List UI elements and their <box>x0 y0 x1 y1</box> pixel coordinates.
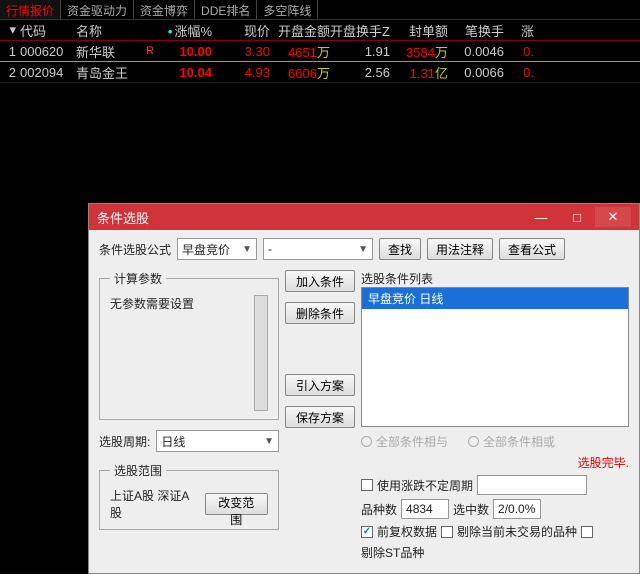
chk-fq[interactable] <box>361 526 373 538</box>
dialog-title: 条件选股 <box>97 208 149 227</box>
chk-excl-st[interactable] <box>581 526 593 538</box>
table-row[interactable]: 1 000620 新华联 R 10.00 3.30 4651万 1.91 358… <box>0 41 640 62</box>
chevron-down-icon: ▼ <box>358 244 368 255</box>
list-item[interactable]: 早盘竞价 日线 <box>362 288 628 309</box>
scrollbar[interactable] <box>254 295 268 411</box>
row-seal-amount: 1.31亿 <box>390 63 448 82</box>
row-pct: 10.04 <box>162 65 212 80</box>
save-plan-button[interactable]: 保存方案 <box>285 406 355 428</box>
row-open-amount: 4651万 <box>270 42 330 61</box>
calc-message: 无参数需要设置 <box>110 295 254 411</box>
calc-legend: 计算参数 <box>110 270 166 287</box>
row-idx: 2 <box>0 65 20 80</box>
view-formula-button[interactable]: 查看公式 <box>499 238 565 260</box>
add-condition-button[interactable]: 加入条件 <box>285 270 355 292</box>
calc-params-group: 计算参数 无参数需要设置 <box>99 270 279 420</box>
selected-value: 2/0.0% <box>493 499 541 519</box>
close-icon[interactable]: ✕ <box>595 207 631 227</box>
row-seal-amount: 3584万 <box>390 42 448 61</box>
maximize-icon[interactable]: □ <box>559 207 595 227</box>
find-button[interactable]: 查找 <box>379 238 421 260</box>
col-tick-turnover[interactable]: 笔换手 <box>448 21 504 40</box>
row-pct: 10.00 <box>162 44 212 59</box>
top-tabs: 行情报价 资金驱动力 资金博弈 DDE排名 多空阵线 <box>0 0 640 20</box>
radio-or[interactable]: 全部条件相或 <box>468 433 555 450</box>
chevron-down-icon: ▼ <box>242 244 252 255</box>
status-text: 选股完毕. <box>361 454 629 471</box>
dialog-titlebar[interactable]: 条件选股 — □ ✕ <box>89 204 639 230</box>
row-name: 青岛金王 <box>76 63 146 82</box>
r-icon: R <box>146 45 162 57</box>
col-idx[interactable]: ▾ <box>0 22 20 38</box>
period-input[interactable] <box>477 475 587 495</box>
chk-period-label: 使用涨跌不定周期 <box>377 477 473 494</box>
row-idx: 1 <box>0 44 20 59</box>
condlist-legend: 选股条件列表 <box>361 270 629 287</box>
scope-text: 上证A股 深证A股 <box>110 487 197 521</box>
table-row[interactable]: 2 002094 青岛金王 10.04 4.93 6606万 2.56 1.31… <box>0 62 640 83</box>
tab-fund-game[interactable]: 资金博弈 <box>134 0 195 19</box>
import-plan-button[interactable]: 引入方案 <box>285 374 355 396</box>
col-pct[interactable]: •涨幅% <box>162 21 212 40</box>
tab-dde[interactable]: DDE排名 <box>195 0 257 19</box>
chk-excl-nontrade[interactable] <box>441 526 453 538</box>
table-header: ▾ 代码 名称 •涨幅% 现价 开盘金额 开盘换手Z 封单额 笔换手 涨 <box>0 20 640 41</box>
col-name[interactable]: 名称 <box>76 21 146 40</box>
col-rise[interactable]: 涨 <box>504 21 534 40</box>
formula-combo[interactable]: 早盘竞价▼ <box>177 238 257 260</box>
usage-button[interactable]: 用法注释 <box>427 238 493 260</box>
row-price: 4.93 <box>212 65 270 80</box>
col-price[interactable]: 现价 <box>212 21 270 40</box>
col-code[interactable]: 代码 <box>20 21 76 40</box>
scope-legend: 选股范围 <box>110 462 166 479</box>
chk-excl-st-label: 剔除ST品种 <box>361 544 424 561</box>
col-open-turnover[interactable]: 开盘换手Z <box>330 21 390 40</box>
tab-fund-drive[interactable]: 资金驱动力 <box>61 0 134 19</box>
row-name: 新华联 <box>76 42 146 61</box>
chk-excl-nontrade-label: 剔除当前未交易的品种 <box>457 523 577 540</box>
row-rise: 0. <box>504 44 534 59</box>
change-scope-button[interactable]: 改变范围 <box>205 493 268 515</box>
row-open-turnover: 1.91 <box>330 44 390 59</box>
row-tick-turnover: 0.0066 <box>448 65 504 80</box>
row-price: 3.30 <box>212 44 270 59</box>
selected-label: 选中数 <box>453 501 489 518</box>
row-code: 000620 <box>20 44 76 59</box>
row-rise: 0. <box>504 65 534 80</box>
row-tick-turnover: 0.0046 <box>448 44 504 59</box>
del-condition-button[interactable]: 删除条件 <box>285 302 355 324</box>
count-value: 4834 <box>401 499 449 519</box>
radio-and[interactable]: 全部条件相与 <box>361 433 448 450</box>
period-label: 选股周期: <box>99 433 150 450</box>
condition-dialog: 条件选股 — □ ✕ 条件选股公式 早盘竞价▼ -▼ 查找 用法注释 查看公式 … <box>88 203 640 574</box>
chevron-down-icon: ▼ <box>264 436 274 447</box>
row-code: 002094 <box>20 65 76 80</box>
row-open-turnover: 2.56 <box>330 65 390 80</box>
col-open-amount[interactable]: 开盘金额 <box>270 21 330 40</box>
chk-period[interactable] <box>361 479 373 491</box>
formula-variant-combo[interactable]: -▼ <box>263 238 373 260</box>
tab-quote[interactable]: 行情报价 <box>0 0 61 19</box>
count-label: 品种数 <box>361 501 397 518</box>
col-seal-amount[interactable]: 封单额 <box>390 21 448 40</box>
formula-label: 条件选股公式 <box>99 241 171 258</box>
row-open-amount: 6606万 <box>270 63 330 82</box>
scope-group: 选股范围 上证A股 深证A股 改变范围 <box>99 462 279 530</box>
period-combo[interactable]: 日线▼ <box>156 430 279 452</box>
chk-fq-label: 前复权数据 <box>377 523 437 540</box>
condition-listbox[interactable]: 早盘竞价 日线 <box>361 287 629 427</box>
minimize-icon[interactable]: — <box>523 207 559 227</box>
tab-longshort[interactable]: 多空阵线 <box>257 0 318 19</box>
